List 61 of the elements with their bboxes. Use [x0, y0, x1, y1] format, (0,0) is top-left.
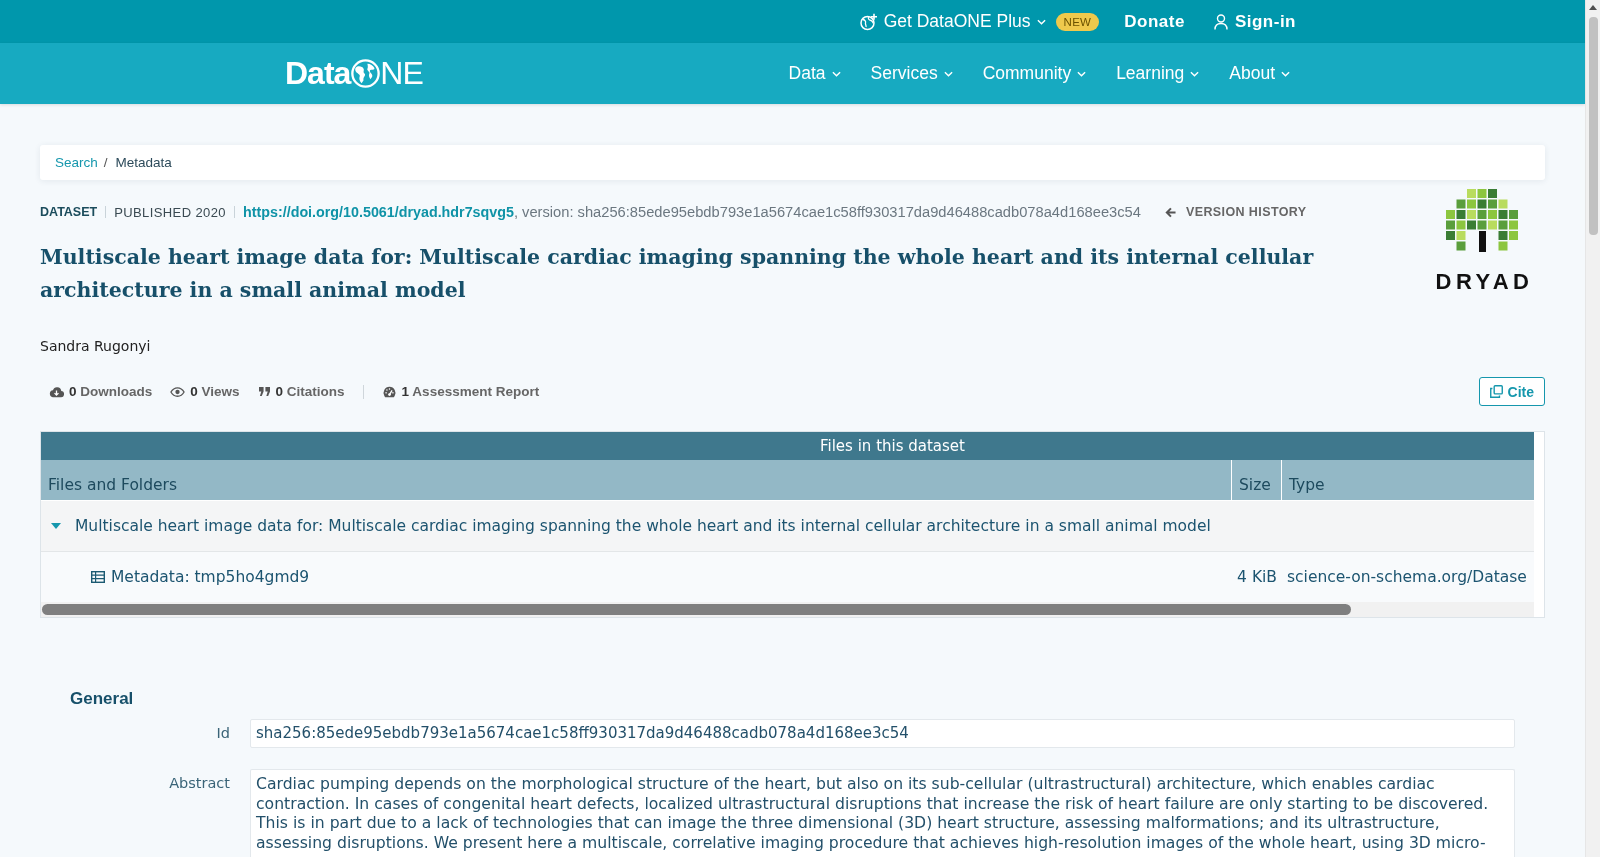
get-plus-menu[interactable]: Get DataONE Plus	[859, 11, 1046, 32]
dataset-type-label: DATASET	[40, 205, 98, 219]
column-header: Size	[1231, 460, 1281, 500]
sign-in-link[interactable]: Sign-in	[1213, 11, 1296, 32]
column-header: Files and Folders	[47, 475, 178, 496]
file-name-link[interactable]: Metadata: tmp5ho4gmd9	[111, 568, 310, 586]
cite-button[interactable]: Cite	[1478, 377, 1545, 406]
chevron-down-icon	[1281, 70, 1290, 77]
chevron-down-icon	[1036, 18, 1046, 25]
column-header: Type	[1281, 460, 1534, 500]
citation-count: 0 Citations	[275, 384, 345, 399]
field-label: Abstract	[168, 774, 230, 793]
assessment-report-link[interactable]: 1 Assessment Report	[401, 384, 540, 399]
donate-link[interactable]: Donate	[1124, 11, 1185, 32]
published-label: PUBLISHED 2020	[114, 204, 226, 220]
cloud-download-icon	[49, 385, 64, 398]
table-icon	[91, 571, 105, 583]
breadcrumb-current: Metadata	[115, 155, 172, 170]
section-heading: General	[70, 688, 135, 710]
quote-icon	[257, 386, 271, 397]
table-title: Files in this dataset	[41, 432, 1534, 460]
scrollbar-thumb[interactable]	[1588, 17, 1598, 235]
nav-menu-item[interactable]: Learning	[1116, 63, 1200, 84]
gauge-icon	[381, 385, 397, 398]
field-label: Id	[215, 724, 230, 743]
breadcrumb-separator: /	[103, 155, 108, 170]
nav-menu-item[interactable]: Services	[870, 63, 953, 84]
author-name: Sandra Rugonyi	[40, 338, 151, 354]
file-type: science-on-schema.org/Datase	[1287, 568, 1527, 586]
horizontal-scrollbar[interactable]	[41, 602, 1534, 617]
vertical-scrollbar[interactable]	[1585, 0, 1600, 857]
chevron-down-icon	[943, 70, 953, 77]
chevron-down-icon	[1190, 70, 1200, 77]
new-badge: NEW	[1055, 12, 1100, 31]
text-area-field[interactable]: Cardiac pumping depends on the morphological structure of the heart, but also on its sub-cellular (ultrastructural) architecture, which enables cardiac contraction. In cases of congenital heart defects, localized ultrastructural disruptions that increase the risk of heart failure are only starting to be discovered. This is in part due to a lack of technologies that can image the three dimensional (3D) heart structure, assessing malformations; and its ultrastructure, assessing disruptions. We present here a multiscale, correlative imaging procedure that achieves high-resolution images of the whole heart, using 3D micro-	[250, 769, 1515, 857]
nav-menu-item[interactable]: About	[1229, 63, 1290, 84]
caret-up-icon[interactable]	[1589, 5, 1597, 10]
download-count: 0 Downloads	[69, 384, 153, 399]
user-icon	[1213, 13, 1228, 30]
arrow-left-icon	[1164, 206, 1176, 218]
publisher-logo: DRYAD	[1432, 186, 1533, 296]
caret-down-icon[interactable]	[51, 523, 61, 529]
chevron-down-icon	[831, 70, 841, 77]
file-size: 4 KiB	[1237, 568, 1277, 586]
version-history-link[interactable]: VERSION HISTORY	[1164, 205, 1307, 219]
chevron-down-icon	[1077, 70, 1087, 77]
version-text: , version: sha256:85ede95ebdb793e1a5674cae1c58ff930317da9d46488cadb078a4d168ee3c54	[513, 204, 1141, 220]
scrollbar-thumb[interactable]	[42, 604, 1351, 615]
globe-plus-icon	[859, 12, 878, 31]
folder-name: Multiscale heart image data for: Multiscale cardiac imaging spanning the whole heart and its internal cellular architecture in a small animal model	[75, 517, 1211, 535]
nav-menu-item[interactable]: Community	[982, 63, 1087, 84]
folder-row[interactable]: Multiscale heart image data for: Multiscale cardiac imaging spanning the whole heart and its internal cellular architecture in a small animal model	[41, 501, 1534, 552]
breadcrumb-link[interactable]: Search	[55, 155, 98, 170]
view-count: 0 Views	[190, 384, 240, 399]
value-field[interactable]: sha256:85ede95ebdb793e1a5674cae1c58ff930317da9d46488cadb078a4d168ee3c54	[250, 719, 1515, 748]
doi-link[interactable]: https://doi.org/10.5061/dryad.hdr7sqvg5	[243, 204, 514, 220]
eye-icon	[170, 385, 186, 398]
site-logo[interactable]: Data NE	[285, 57, 423, 90]
copy-icon	[1489, 385, 1503, 398]
dataset-title: Multiscale heart image data for: Multiscale cardiac imaging spanning the whole heart and its internal cellular architecture in a small animal model	[40, 244, 1315, 304]
nav-menu-item[interactable]: Data	[788, 63, 841, 84]
